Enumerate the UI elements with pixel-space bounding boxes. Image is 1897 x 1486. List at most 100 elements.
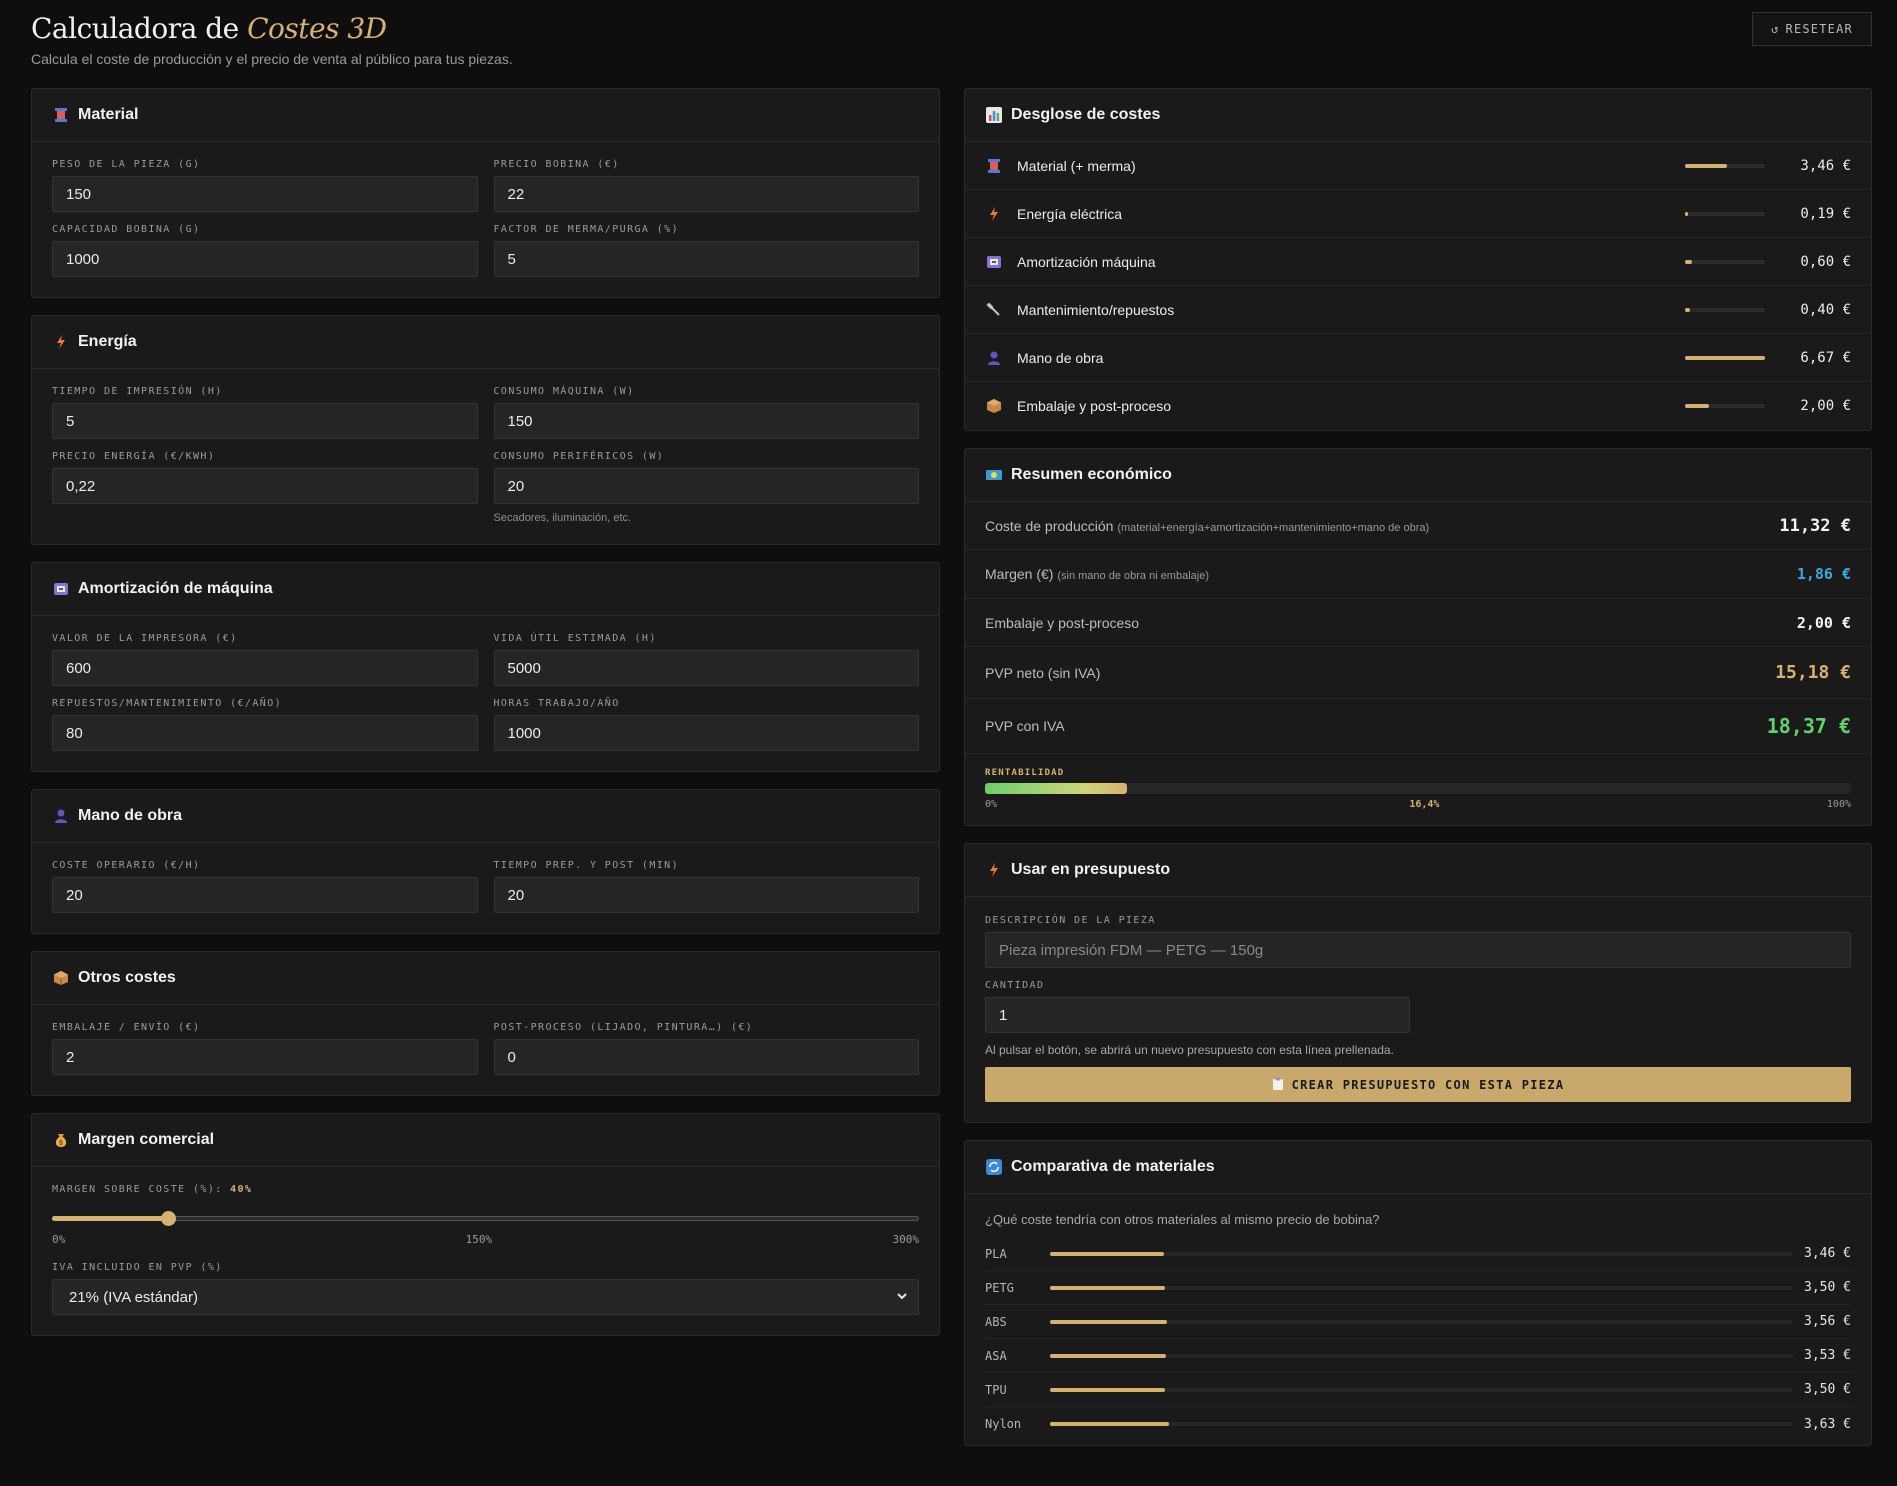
profitability-fill bbox=[985, 783, 1128, 794]
amortization-title: Amortización de máquina bbox=[78, 580, 273, 597]
peripherals-power-input[interactable]: 20 bbox=[493, 468, 919, 504]
comparison-bar-fill bbox=[1050, 1285, 1166, 1290]
page-title: Calculadora de Costes 3D bbox=[31, 12, 1872, 45]
margin-slider-label: MARGEN SOBRE COSTE (%): 40% bbox=[52, 1184, 919, 1195]
comparison-row-nylon: Nylon 3,63 € bbox=[985, 1407, 1851, 1441]
profitability-value: 16,4% bbox=[1409, 799, 1440, 810]
material-name: PLA bbox=[985, 1246, 1007, 1261]
spool-capacity-label: CAPACIDAD BOBINA (G) bbox=[52, 224, 201, 235]
work-hours-input[interactable]: 1000 bbox=[493, 715, 919, 751]
energy-price-label: PRECIO ENERGÍA (€/KWH) bbox=[52, 451, 216, 462]
spool-icon bbox=[53, 107, 69, 123]
breakdown-label: Energía eléctrica bbox=[1017, 205, 1123, 222]
reset-button[interactable]: ↺ RESETEAR bbox=[1752, 12, 1872, 46]
lifetime-input[interactable]: 5000 bbox=[493, 650, 919, 686]
material-cost: 3,50 € bbox=[1804, 1280, 1851, 1295]
energy-card-header: Energía bbox=[32, 316, 939, 369]
breakdown-row-packaging: Embalaje y post-proceso 2,00 € bbox=[965, 382, 1871, 430]
energy-price-input[interactable]: 0,22 bbox=[52, 468, 478, 504]
packaging-input[interactable]: 2 bbox=[52, 1039, 478, 1075]
piece-description-input[interactable]: Pieza impresión FDM — PETG — 150g bbox=[985, 932, 1851, 968]
margin-card: $ Margen comercial MARGEN SOBRE COSTE (%… bbox=[31, 1113, 940, 1336]
margin-slider-track bbox=[52, 1216, 919, 1221]
comparison-row-tpu: TPU 3,50 € bbox=[985, 1373, 1851, 1407]
chevron-down-icon bbox=[896, 1289, 908, 1306]
material-cost: 3,63 € bbox=[1804, 1416, 1851, 1432]
spool-price-input[interactable]: 22 bbox=[493, 176, 919, 212]
material-cost: 3,50 € bbox=[1804, 1382, 1851, 1397]
printer-icon bbox=[986, 254, 1002, 270]
material-name: ABS bbox=[985, 1314, 1007, 1329]
quantity-label: CANTIDAD bbox=[985, 980, 1045, 991]
post-process-input[interactable]: 0 bbox=[493, 1039, 919, 1075]
breakdown-row-material: Material (+ merma) 3,46 € bbox=[965, 142, 1871, 190]
material-name: TPU bbox=[985, 1382, 1007, 1397]
svg-text:$: $ bbox=[59, 1140, 63, 1147]
title-accent: Costes 3D bbox=[247, 12, 387, 45]
comparison-bar-fill bbox=[1050, 1251, 1164, 1256]
profitability-scale-max: 100% bbox=[1826, 799, 1851, 810]
person-icon bbox=[986, 350, 1002, 366]
money-bag-icon: $ bbox=[53, 1132, 69, 1148]
margin-slider[interactable] bbox=[52, 1211, 919, 1226]
breakdown-label: Material (+ merma) bbox=[1017, 157, 1136, 174]
vat-select[interactable]: 21% (IVA estándar) bbox=[52, 1279, 919, 1315]
quantity-input[interactable]: 1 bbox=[985, 997, 1410, 1033]
summary-note: (sin mano de obra ni embalaje) bbox=[1057, 570, 1209, 582]
margin-scale-max: 300% bbox=[892, 1233, 920, 1246]
breakdown-value: 3,46 € bbox=[1800, 157, 1851, 174]
packaging-value: 2,00 € bbox=[1796, 613, 1851, 632]
breakdown-row-maintenance: Mantenimiento/repuestos 0,40 € bbox=[965, 286, 1871, 334]
summary-row-net-price: PVP neto (sin IVA) 15,18 € bbox=[965, 647, 1871, 699]
comparison-question: ¿Qué coste tendría con otros materiales … bbox=[985, 1212, 1380, 1227]
energy-card: Energía TIEMPO DE IMPRESIÓN (H) 5 CONSUMO… bbox=[31, 315, 940, 545]
summary-label: Margen (€) bbox=[985, 566, 1054, 582]
machine-power-input[interactable]: 150 bbox=[493, 403, 919, 439]
summary-card: Resumen económico Coste de producción (m… bbox=[964, 448, 1872, 826]
budget-card: Usar en presupuesto DESCRIPCIÓN DE LA PI… bbox=[964, 843, 1872, 1123]
operator-cost-label: COSTE OPERARIO (€/H) bbox=[52, 860, 201, 871]
breakdown-value: 0,60 € bbox=[1800, 253, 1851, 270]
other-costs-card: Otros costes EMBALAJE / ENVÍO (€) 2 POST-… bbox=[31, 951, 940, 1096]
breakdown-bar bbox=[1685, 404, 1765, 408]
breakdown-bar bbox=[1685, 355, 1765, 360]
other-costs-card-header: Otros costes bbox=[32, 952, 939, 1005]
margin-title: Margen comercial bbox=[78, 1131, 215, 1148]
piece-weight-input[interactable]: 150 bbox=[52, 176, 478, 212]
breakdown-label: Mantenimiento/repuestos bbox=[1017, 301, 1175, 318]
prep-time-input[interactable]: 20 bbox=[493, 877, 919, 913]
waste-factor-input[interactable]: 5 bbox=[493, 241, 919, 277]
operator-cost-input[interactable]: 20 bbox=[52, 877, 478, 913]
package-icon bbox=[986, 398, 1002, 414]
labor-card: Mano de obra COSTE OPERARIO (€/H) 20 TIEM… bbox=[31, 789, 940, 934]
breakdown-bar bbox=[1685, 163, 1765, 168]
production-cost-value: 11,32 € bbox=[1779, 515, 1851, 536]
margin-slider-fill bbox=[52, 1216, 168, 1221]
summary-row-production-cost: Coste de producción (material+energía+am… bbox=[965, 502, 1871, 550]
comparison-card-header: Comparativa de materiales bbox=[965, 1141, 1871, 1194]
breakdown-row-energy: Energía eléctrica 0,19 € bbox=[965, 190, 1871, 238]
margin-slider-thumb[interactable] bbox=[160, 1211, 176, 1226]
lightning-icon bbox=[986, 862, 1002, 878]
margin-slider-scale: 0% 150% 300% bbox=[52, 1233, 919, 1246]
maintenance-input[interactable]: 80 bbox=[52, 715, 478, 751]
material-card-header: Material bbox=[32, 89, 939, 142]
results-column: Desglose de costes Material (+ merma) 3,… bbox=[964, 88, 1872, 1463]
print-time-input[interactable]: 5 bbox=[52, 403, 478, 439]
refresh-icon bbox=[986, 1159, 1002, 1175]
inputs-column: Material PESO DE LA PIEZA (G) 150 PRECIO … bbox=[31, 88, 940, 1353]
spool-capacity-input[interactable]: 1000 bbox=[52, 241, 478, 277]
comparison-bar bbox=[1050, 1353, 1793, 1358]
comparison-bar bbox=[1050, 1422, 1793, 1426]
material-name: Nylon bbox=[985, 1417, 1022, 1431]
margin-slider-value: 40% bbox=[230, 1184, 253, 1195]
budget-card-header: Usar en presupuesto bbox=[965, 844, 1871, 897]
waste-factor-label: FACTOR DE MERMA/PURGA (%) bbox=[493, 224, 680, 235]
spool-price-label: PRECIO BOBINA (€) bbox=[493, 159, 620, 170]
reset-icon: ↺ bbox=[1771, 22, 1780, 36]
machine-power-label: CONSUMO MÁQUINA (W) bbox=[493, 386, 635, 397]
create-budget-button[interactable]: CREAR PRESUPUESTO CON ESTA PIEZA bbox=[985, 1067, 1851, 1102]
margin-scale-min: 0% bbox=[52, 1233, 66, 1246]
breakdown-label: Mano de obra bbox=[1017, 349, 1104, 366]
printer-value-input[interactable]: 600 bbox=[52, 650, 478, 686]
